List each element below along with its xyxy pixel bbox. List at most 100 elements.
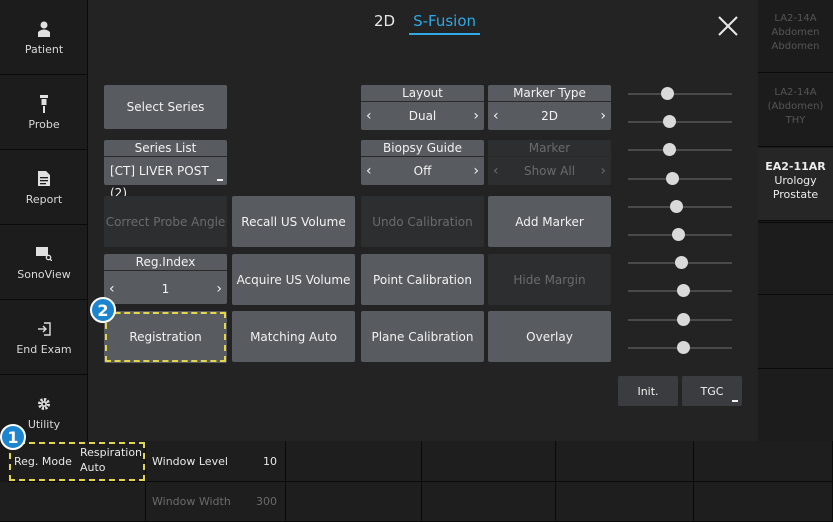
tgc-slider-knob[interactable] [662, 143, 676, 157]
tgc-slider[interactable] [628, 284, 732, 298]
sidebar-item-label: End Exam [16, 342, 72, 356]
tgc-slider[interactable] [628, 171, 732, 185]
plane-calibration-button[interactable]: Plane Calibration [361, 311, 484, 362]
softkey-empty [556, 441, 694, 482]
tgc-button[interactable]: TGC [682, 376, 742, 406]
chevron-right-icon[interactable]: › [600, 105, 606, 127]
softkey-empty [422, 482, 556, 522]
overlay-button[interactable]: Overlay [488, 311, 611, 362]
chevron-right-icon: › [600, 163, 606, 179]
marker-type-value: 2D [541, 109, 558, 123]
layout-value: Dual [408, 109, 437, 123]
close-icon[interactable] [714, 12, 742, 40]
tgc-slider-knob[interactable] [671, 228, 685, 241]
tgc-slider[interactable] [628, 87, 732, 100]
reg-index-selector[interactable]: Reg.Index ‹ 1 › [104, 254, 227, 304]
tgc-label: TGC [700, 384, 724, 398]
probe-preset: Abdomen [771, 41, 820, 52]
softkey-empty [286, 482, 422, 522]
window-level-label: Window Level [152, 455, 228, 468]
bottom-softkey-bar: Reg. Mode Respiration Auto Window Level … [0, 441, 833, 522]
probe-app: (Abdomen) [767, 101, 824, 112]
window-width-softkey: Window Width 300 [146, 482, 286, 522]
select-series-button[interactable]: Select Series [104, 85, 227, 129]
probe-app: Urology [774, 174, 817, 187]
layout-selector[interactable]: Layout ‹ Dual › [361, 85, 484, 130]
expand-icon [217, 179, 223, 181]
init-button[interactable]: Init. [618, 376, 678, 406]
tgc-slider-knob[interactable] [677, 340, 691, 354]
biopsy-guide-selector[interactable]: Biopsy Guide ‹ Off › [361, 140, 484, 185]
sidebar-item-end-exam[interactable]: End Exam [0, 300, 88, 375]
probe-item[interactable]: LA2-14A Abdomen Abdomen [758, 0, 833, 73]
recall-us-volume-button[interactable]: Recall US Volume [232, 196, 355, 247]
tgc-slider[interactable] [628, 228, 732, 241]
probe-name: LA2-14A [774, 87, 817, 98]
tgc-slider[interactable] [628, 115, 732, 129]
sidebar-item-probe[interactable]: Probe [0, 75, 88, 150]
matching-auto-button[interactable]: Matching Auto [232, 311, 355, 362]
window-width-label: Window Width [152, 495, 231, 508]
probe-name: LA2-14A [774, 13, 817, 24]
tgc-slider-knob[interactable] [666, 171, 680, 185]
tgc-slider[interactable] [628, 340, 732, 354]
tgc-slider-knob[interactable] [677, 284, 691, 298]
tgc-slider-knob[interactable] [669, 199, 683, 213]
person-icon [37, 19, 51, 39]
softkey-empty [694, 482, 833, 522]
series-list-value: [CT] LIVER POST (2) [110, 164, 209, 200]
probe-slot-empty [758, 296, 833, 369]
softkey-empty [286, 441, 422, 482]
step-badge-2: 2 [90, 297, 116, 323]
window-level-value: 10 [263, 455, 277, 468]
probe-icon [39, 94, 49, 114]
softkey-empty [694, 441, 833, 482]
softkey-empty [0, 482, 146, 522]
point-calibration-button[interactable]: Point Calibration [361, 254, 484, 305]
chevron-right-icon[interactable]: › [473, 105, 479, 127]
marker-type-selector[interactable]: Marker Type ‹ 2D › [488, 85, 611, 130]
probe-slot-empty [758, 370, 833, 443]
tgc-slider[interactable] [628, 256, 732, 270]
sidebar-item-sonoview[interactable]: SonoView [0, 225, 88, 300]
window-level-softkey[interactable]: Window Level 10 [146, 441, 286, 482]
left-sidebar: Patient Probe Report SonoView End Exam U… [0, 0, 88, 450]
registration-button[interactable]: Registration [104, 311, 227, 363]
tgc-slider-knob[interactable] [662, 115, 676, 129]
probe-item[interactable]: LA2-14A (Abdomen) THY [758, 74, 833, 147]
probe-preset: Prostate [772, 188, 819, 201]
acquire-us-volume-button[interactable]: Acquire US Volume [232, 254, 355, 305]
sidebar-item-label: SonoView [17, 267, 71, 281]
marker-type-title: Marker Type [488, 85, 611, 102]
chevron-right-icon[interactable]: › [473, 160, 479, 182]
tab-2d[interactable]: 2D [370, 12, 399, 35]
document-icon [38, 169, 50, 189]
reg-index-value: 1 [161, 282, 170, 296]
tgc-slider-knob[interactable] [675, 256, 689, 270]
sidebar-item-report[interactable]: Report [0, 150, 88, 225]
marker-value: Show All [523, 164, 576, 178]
marker-selector: Marker ‹ Show All › [488, 140, 611, 185]
chevron-right-icon[interactable]: › [216, 278, 222, 300]
probe-app: Abdomen [771, 27, 820, 38]
tgc-slider-knob[interactable] [660, 87, 674, 100]
tgc-slider[interactable] [628, 199, 732, 213]
s-fusion-panel: 2D S-Fusion Select Series Layout ‹ Dual … [88, 0, 758, 441]
tgc-slider[interactable] [628, 143, 732, 157]
reg-mode-softkey[interactable]: Reg. Mode Respiration Auto [8, 441, 146, 482]
tgc-slider[interactable] [628, 312, 732, 326]
reg-mode-label: Reg. Mode [14, 455, 72, 468]
series-list-selector[interactable]: Series List [CT] LIVER POST (2) [104, 140, 227, 200]
softkey-empty [422, 441, 556, 482]
probe-item[interactable]: EA2-11AR Urology Prostate [758, 148, 833, 221]
add-marker-button[interactable]: Add Marker [488, 196, 611, 247]
expand-icon [732, 400, 738, 402]
marker-title: Marker [488, 140, 611, 157]
sidebar-item-patient[interactable]: Patient [0, 0, 88, 75]
tab-s-fusion[interactable]: S-Fusion [409, 12, 481, 35]
sidebar-item-label: Patient [24, 42, 64, 56]
tgc-slider-knob[interactable] [677, 312, 691, 326]
probe-list: LA2-14A Abdomen Abdomen LA2-14A (Abdomen… [758, 0, 833, 443]
undo-calibration-button: Undo Calibration [361, 196, 484, 247]
series-list-title: Series List [104, 140, 227, 157]
